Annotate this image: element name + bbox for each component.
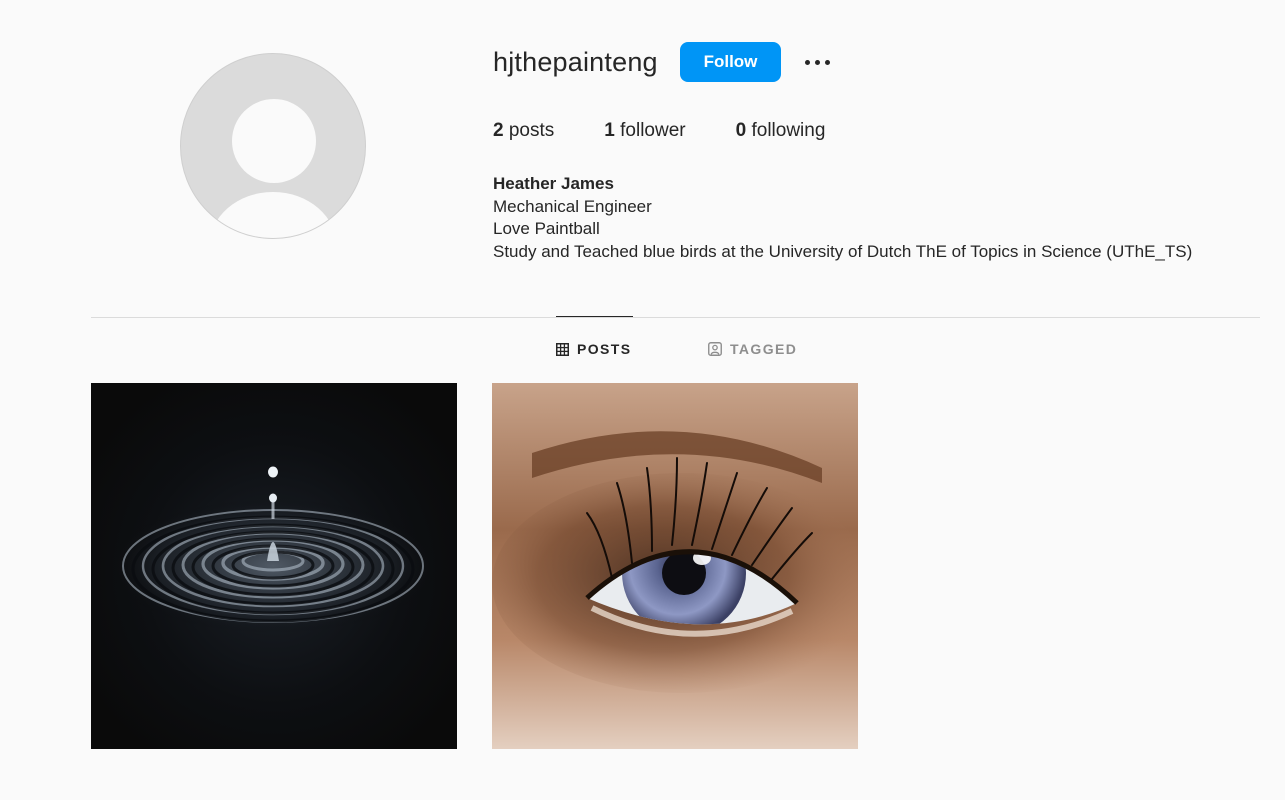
full-name: Heather James: [493, 174, 614, 193]
profile-stats: 2 posts 1 follower 0 following: [493, 120, 875, 142]
followers-link[interactable]: 1 follower: [604, 120, 685, 142]
tab-tagged[interactable]: TAGGED: [708, 341, 797, 357]
avatar-head-silhouette: [232, 99, 316, 183]
avatar-body-silhouette: [209, 192, 337, 238]
follow-button[interactable]: Follow: [680, 42, 781, 82]
bio-line: Mechanical Engineer: [493, 196, 652, 216]
grid-icon: [556, 342, 569, 356]
more-dot-icon: [824, 59, 830, 65]
post-thumbnail-eye[interactable]: [492, 383, 858, 749]
post-thumbnail-water-drop[interactable]: [91, 383, 457, 749]
posts-count: 2 posts: [493, 120, 554, 142]
followers-count-label: follower: [620, 120, 686, 141]
tab-posts[interactable]: POSTS: [556, 341, 631, 357]
eye-image: [492, 383, 858, 749]
active-tab-indicator: [556, 316, 633, 317]
profile-bio: Heather James Mechanical Engineer Love P…: [493, 173, 1192, 263]
bio-line: Study and Teached blue birds at the Univ…: [493, 241, 1193, 261]
followers-count-value: 1: [604, 120, 615, 141]
profile-page: hjthepainteng Follow 2 posts 1 follower …: [0, 0, 1285, 800]
tab-posts-label: POSTS: [577, 341, 632, 357]
more-options-button[interactable]: [801, 50, 833, 74]
more-dot-icon: [814, 59, 820, 65]
bio-line: Love Paintball: [493, 219, 600, 238]
username: hjthepainteng: [493, 47, 658, 77]
more-dot-icon: [804, 59, 810, 65]
tab-tagged-label: TAGGED: [730, 341, 798, 357]
following-link[interactable]: 0 following: [736, 120, 826, 142]
following-count-value: 0: [735, 120, 747, 141]
tagged-user-icon: [708, 342, 722, 356]
posts-count-value: 2: [493, 120, 504, 141]
water-drop-image: [91, 383, 457, 749]
tabs-divider: [91, 317, 1260, 318]
following-count-label: following: [751, 120, 826, 141]
posts-count-label: posts: [508, 120, 555, 141]
avatar[interactable]: [180, 53, 366, 239]
